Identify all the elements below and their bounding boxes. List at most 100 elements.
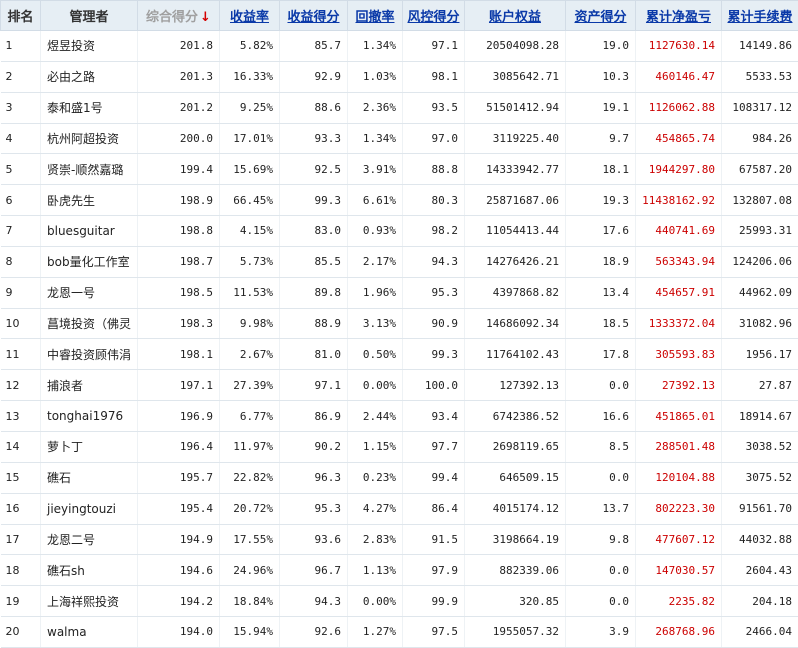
return-score-cell: 92.9: [280, 61, 348, 92]
pnl-cell: 120104.88: [636, 462, 722, 493]
return-cell: 5.73%: [220, 246, 280, 277]
equity-cell: 14686092.34: [465, 308, 566, 339]
rank-cell: 12: [1, 370, 41, 401]
return-score-cell: 90.2: [280, 431, 348, 462]
score-cell: 196.9: [138, 401, 220, 432]
header-equity[interactable]: 账户权益: [465, 1, 566, 31]
header-composite-score[interactable]: 综合得分↓: [138, 1, 220, 31]
table-row: 17龙恩二号194.917.55%93.62.83%91.53198664.19…: [1, 524, 798, 555]
table-row: 20walma194.015.94%92.61.27%97.51955057.3…: [1, 617, 798, 648]
return-score-cell: 94.3: [280, 586, 348, 617]
header-return-score[interactable]: 收益得分: [280, 1, 348, 31]
manager-cell: 泰和盛1号: [41, 92, 138, 123]
score-cell: 194.6: [138, 555, 220, 586]
pnl-cell: 288501.48: [636, 431, 722, 462]
table-row: 12捕浪者197.127.39%97.10.00%100.0127392.130…: [1, 370, 798, 401]
return-cell: 2.67%: [220, 339, 280, 370]
drawdown-cell: 1.27%: [348, 617, 403, 648]
return-score-cell: 81.0: [280, 339, 348, 370]
asset-score-cell: 0.0: [566, 555, 636, 586]
asset-score-cell: 18.5: [566, 308, 636, 339]
equity-cell: 127392.13: [465, 370, 566, 401]
return-cell: 18.84%: [220, 586, 280, 617]
rank-cell: 16: [1, 493, 41, 524]
manager-cell: tonghai1976: [41, 401, 138, 432]
risk-score-cell: 97.5: [403, 617, 465, 648]
drawdown-cell: 4.27%: [348, 493, 403, 524]
return-cell: 17.01%: [220, 123, 280, 154]
header-asset-score[interactable]: 资产得分: [566, 1, 636, 31]
score-cell: 194.0: [138, 617, 220, 648]
drawdown-cell: 6.61%: [348, 185, 403, 216]
header-drawdown[interactable]: 回撤率: [348, 1, 403, 31]
pnl-cell: 477607.12: [636, 524, 722, 555]
score-cell: 197.1: [138, 370, 220, 401]
equity-cell: 4397868.82: [465, 277, 566, 308]
rank-cell: 20: [1, 617, 41, 648]
rank-cell: 17: [1, 524, 41, 555]
return-score-cell: 85.7: [280, 31, 348, 62]
header-cum-pnl[interactable]: 累计净盈亏: [636, 1, 722, 31]
return-cell: 66.45%: [220, 185, 280, 216]
table-row: 2必由之路201.316.33%92.91.03%98.13085642.711…: [1, 61, 798, 92]
asset-score-cell: 19.1: [566, 92, 636, 123]
rank-cell: 5: [1, 154, 41, 185]
risk-score-cell: 100.0: [403, 370, 465, 401]
rank-cell: 1: [1, 31, 41, 62]
return-cell: 11.97%: [220, 431, 280, 462]
drawdown-cell: 3.13%: [348, 308, 403, 339]
drawdown-cell: 2.17%: [348, 246, 403, 277]
return-cell: 6.77%: [220, 401, 280, 432]
risk-score-cell: 95.3: [403, 277, 465, 308]
risk-score-cell: 93.5: [403, 92, 465, 123]
table-row: 11中睿投资顾伟涓198.12.67%81.00.50%99.311764102…: [1, 339, 798, 370]
return-score-cell: 92.6: [280, 617, 348, 648]
return-score-cell: 92.5: [280, 154, 348, 185]
return-cell: 22.82%: [220, 462, 280, 493]
pnl-cell: 1126062.88: [636, 92, 722, 123]
asset-score-cell: 16.6: [566, 401, 636, 432]
fee-cell: 14149.86: [722, 31, 798, 62]
drawdown-cell: 2.44%: [348, 401, 403, 432]
score-cell: 201.8: [138, 31, 220, 62]
score-cell: 198.5: [138, 277, 220, 308]
fee-cell: 1956.17: [722, 339, 798, 370]
manager-cell: 捕浪者: [41, 370, 138, 401]
risk-score-cell: 94.3: [403, 246, 465, 277]
drawdown-cell: 0.50%: [348, 339, 403, 370]
rank-cell: 3: [1, 92, 41, 123]
drawdown-cell: 2.83%: [348, 524, 403, 555]
manager-cell: walma: [41, 617, 138, 648]
table-row: 10菖境投资（佛灵198.39.98%88.93.13%90.914686092…: [1, 308, 798, 339]
risk-score-cell: 98.1: [403, 61, 465, 92]
drawdown-cell: 0.00%: [348, 370, 403, 401]
return-cell: 20.72%: [220, 493, 280, 524]
risk-score-cell: 99.4: [403, 462, 465, 493]
drawdown-cell: 0.93%: [348, 216, 403, 247]
header-cum-fee[interactable]: 累计手续费: [722, 1, 798, 31]
header-return-rate[interactable]: 收益率: [220, 1, 280, 31]
equity-cell: 3085642.71: [465, 61, 566, 92]
asset-score-cell: 13.4: [566, 277, 636, 308]
risk-score-cell: 91.5: [403, 524, 465, 555]
return-cell: 16.33%: [220, 61, 280, 92]
asset-score-cell: 9.8: [566, 524, 636, 555]
drawdown-cell: 1.03%: [348, 61, 403, 92]
table-row: 6卧虎先生198.966.45%99.36.61%80.325871687.06…: [1, 185, 798, 216]
score-cell: 199.4: [138, 154, 220, 185]
fee-cell: 91561.70: [722, 493, 798, 524]
pnl-cell: 1944297.80: [636, 154, 722, 185]
drawdown-cell: 1.34%: [348, 123, 403, 154]
header-risk-score[interactable]: 风控得分: [403, 1, 465, 31]
return-cell: 15.94%: [220, 617, 280, 648]
return-cell: 4.15%: [220, 216, 280, 247]
rank-cell: 8: [1, 246, 41, 277]
return-cell: 9.98%: [220, 308, 280, 339]
return-score-cell: 97.1: [280, 370, 348, 401]
pnl-cell: 268768.96: [636, 617, 722, 648]
drawdown-cell: 1.34%: [348, 31, 403, 62]
manager-cell: 杭州阿超投资: [41, 123, 138, 154]
return-score-cell: 89.8: [280, 277, 348, 308]
fee-cell: 27.87: [722, 370, 798, 401]
score-cell: 198.3: [138, 308, 220, 339]
